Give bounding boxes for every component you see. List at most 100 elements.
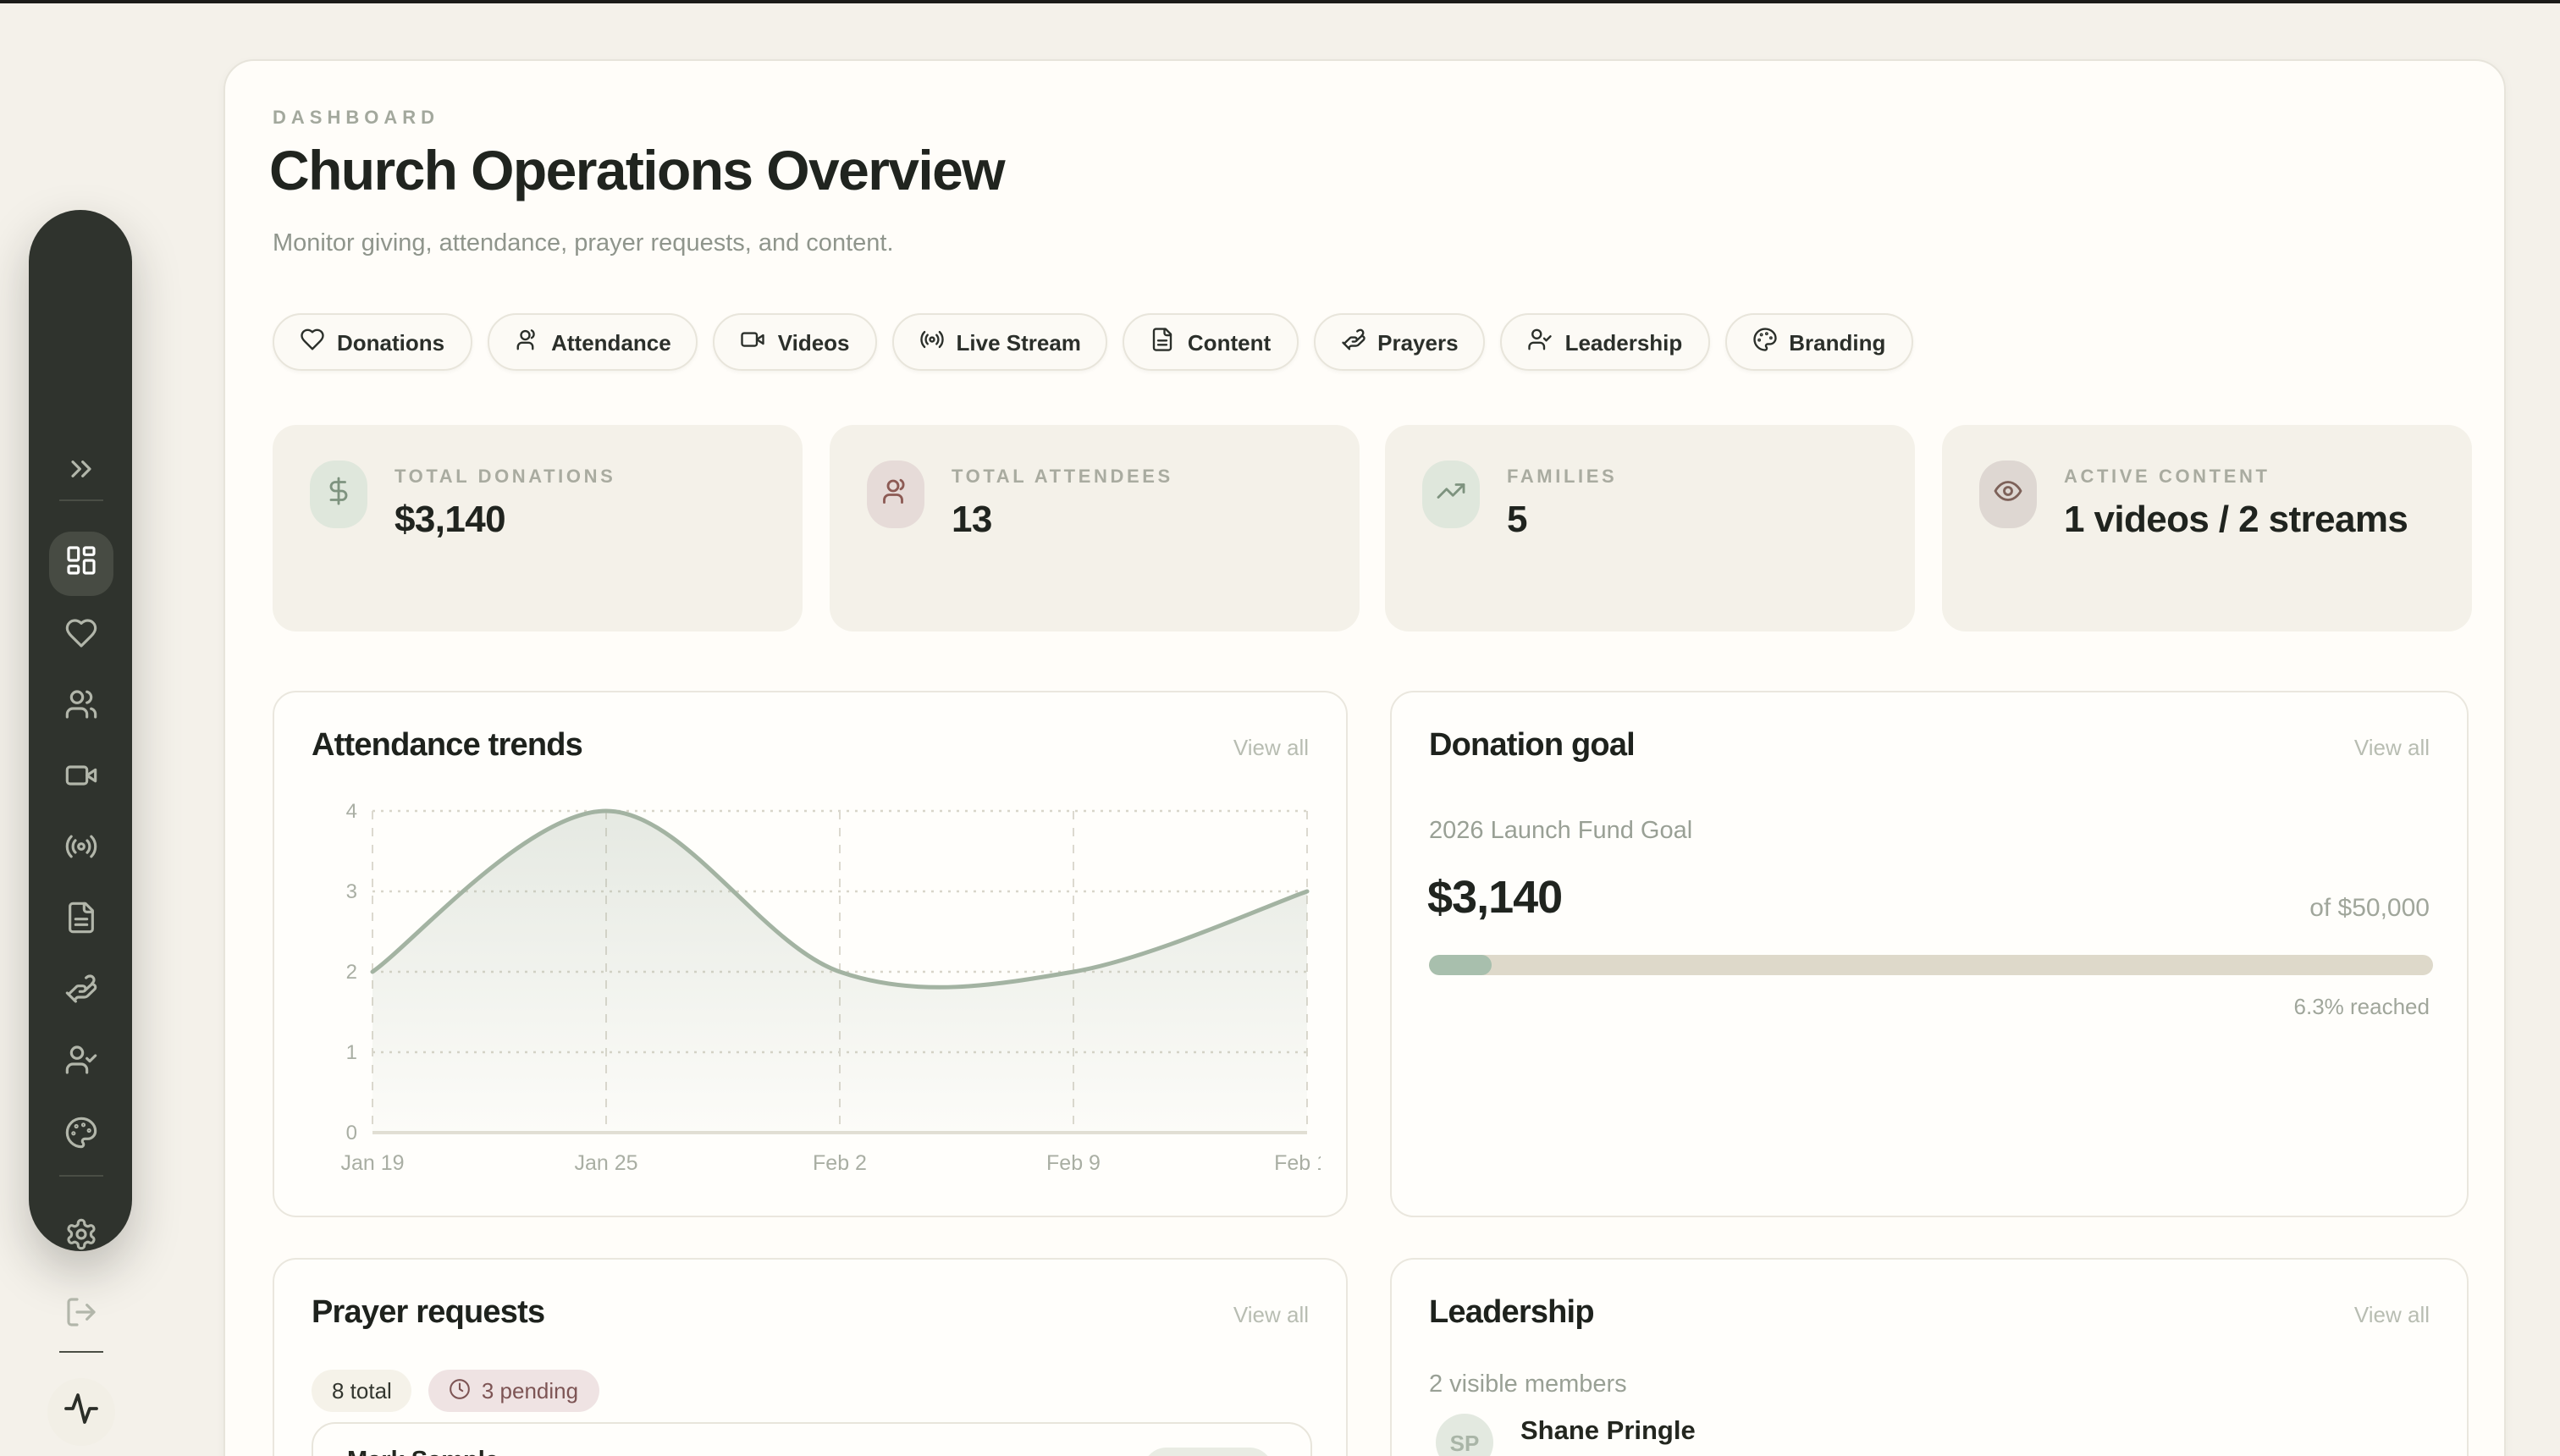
palette-icon [63,1115,97,1157]
screen: DASHBOARD Church Operations Overview Mon… [0,0,2560,1456]
donation-goal-card: Donation goal View all 2026 Launch Fund … [1390,691,2469,1217]
sidebar-item-settings[interactable] [48,1221,113,1255]
svg-text:2: 2 [346,961,357,984]
filter-label: Leadership [1565,329,1683,355]
sidebar-item-prayers[interactable] [48,975,113,1009]
sidebar-item-attendance[interactable] [48,691,113,725]
pending-badge-label: 3 pending [482,1378,578,1404]
filter-label: Videos [778,329,850,355]
filter-chips: Donations Attendance Videos Live Stream … [273,313,1912,371]
donation-progress-bar [1429,955,2433,975]
svg-text:4: 4 [346,800,357,823]
total-badge-label: 8 total [332,1378,392,1404]
filter-label: Branding [1789,329,1885,355]
sidebar-item-donations[interactable] [48,620,113,654]
heart-icon [63,615,97,658]
sidebar-item-branding[interactable] [48,1119,113,1153]
progress-label: 6.3% reached [2294,994,2430,1019]
sidebar-item-live-stream[interactable] [48,833,113,867]
filter-live-stream[interactable]: Live Stream [892,313,1108,371]
sidebar-item-dashboard[interactable] [48,532,113,596]
members-count-label: 2 visible members [1429,1371,1627,1398]
video-camera-icon [741,327,766,357]
clock-icon [450,1377,472,1404]
eye-icon [1993,475,2023,514]
attendance-line-chart: 01234Jan 19Jan 25Feb 2Feb 9Feb 13 [305,794,1321,1209]
filter-videos[interactable]: Videos [714,313,877,371]
users-icon [880,475,911,514]
video-camera-icon [63,758,97,800]
sidebar [29,210,132,1251]
sidebar-item-logout[interactable] [48,1299,113,1332]
stat-label: ACTIVE CONTENT [2064,467,2270,488]
filter-branding[interactable]: Branding [1724,313,1912,371]
stat-label: TOTAL ATTENDEES [952,467,1173,488]
view-all-link[interactable]: View all [1233,1302,1309,1327]
svg-text:Feb 13: Feb 13 [1274,1151,1321,1175]
user-check-icon [1528,327,1553,357]
trending-up-icon [1436,475,1466,514]
goal-name: 2026 Launch Fund Goal [1429,818,1692,845]
svg-text:3: 3 [346,880,357,903]
filter-label: Live Stream [957,329,1081,355]
stat-card-active-content: ACTIVE CONTENT 1 videos / 2 streams [1942,425,2472,631]
filter-content[interactable]: Content [1123,313,1298,371]
donation-progress-fill [1429,955,1492,975]
sidebar-item-leadership[interactable] [48,1046,113,1080]
activity-pulse-icon [60,1387,101,1437]
page-subtitle: Monitor giving, attendance, prayer reque… [273,230,894,257]
stat-label: TOTAL DONATIONS [394,467,615,488]
sidebar-item-videos[interactable] [48,762,113,796]
users-icon [514,327,539,357]
sidebar-expand-button[interactable] [48,455,113,489]
file-text-icon [63,900,97,942]
window-top-edge [0,0,2560,3]
hand-heart-icon [1340,327,1366,357]
leadership-card: Leadership View all 2 visible members SP… [1390,1258,2469,1456]
filter-prayers[interactable]: Prayers [1313,313,1485,371]
stat-card-families: FAMILIES 5 [1385,425,1915,631]
radio-icon [63,829,97,871]
app-logo[interactable] [47,1378,114,1446]
stat-value: 5 [1507,496,1888,543]
filter-label: Donations [337,329,444,355]
prayer-request-item[interactable]: Mark Sample [312,1422,1312,1456]
goal-amount: $3,140 [1427,872,1562,924]
sidebar-item-content[interactable] [48,904,113,938]
log-out-icon [63,1294,97,1337]
member-row[interactable]: SP Shane Pringle Lead Pastor [1436,1414,1696,1456]
users-icon [63,687,97,729]
stat-icon-badge [1979,461,2037,528]
stat-icon-badge [310,461,367,528]
total-badge: 8 total [312,1370,412,1412]
filter-label: Attendance [551,329,671,355]
stat-value: $3,140 [394,496,775,543]
user-check-icon [63,1042,97,1084]
svg-text:0: 0 [346,1122,357,1144]
heart-icon [300,327,325,357]
prayer-requests-card: Prayer requests View all 8 total 3 pendi… [273,1258,1348,1456]
prayer-request-name: Mark Sample [347,1448,499,1456]
card-title: Donation goal [1429,728,1635,765]
hand-heart-icon [63,971,97,1013]
svg-text:Feb 2: Feb 2 [813,1151,867,1175]
filter-leadership[interactable]: Leadership [1501,313,1710,371]
svg-text:Jan 19: Jan 19 [340,1151,404,1175]
member-name: Shane Pringle [1520,1414,1696,1448]
svg-text:1: 1 [346,1041,357,1064]
view-all-link[interactable]: View all [1233,735,1309,760]
chevrons-right-icon [63,451,97,494]
svg-text:Feb 9: Feb 9 [1046,1151,1101,1175]
filter-attendance[interactable]: Attendance [487,313,698,371]
palette-icon [1752,327,1777,357]
attendance-trends-card: Attendance trends View all 01234Jan 19Ja… [273,691,1348,1217]
card-title: Attendance trends [312,728,582,765]
view-all-link[interactable]: View all [2354,1302,2430,1327]
filter-donations[interactable]: Donations [273,313,472,371]
page-kicker: DASHBOARD [273,108,439,129]
view-all-link[interactable]: View all [2354,735,2430,760]
card-title: Prayer requests [312,1295,544,1332]
stat-icon-badge [1422,461,1480,528]
radio-icon [919,327,945,357]
avatar: SP [1436,1414,1493,1456]
